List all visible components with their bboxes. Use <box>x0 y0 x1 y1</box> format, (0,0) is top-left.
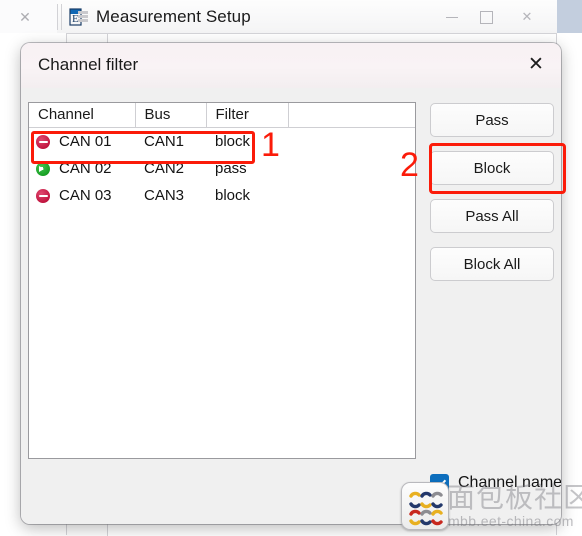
channel-filter-dialog: Channel filter ✕ Channel Bus Filter CAN … <box>21 43 561 524</box>
minimize-button[interactable] <box>437 7 467 27</box>
block-button[interactable]: Block <box>430 151 554 185</box>
cell-channel-text: CAN 03 <box>59 187 112 204</box>
svg-text:E: E <box>72 13 79 25</box>
channel-name-checkbox-label: Channel name <box>458 474 561 491</box>
titlebar-divider-1 <box>57 4 58 30</box>
table-row[interactable]: CAN 02 CAN2 pass <box>29 155 415 182</box>
pass-button[interactable]: Pass <box>430 103 554 137</box>
dialog-body: Channel Bus Filter CAN 01 CAN1 block CAN… <box>21 88 561 524</box>
close-icon[interactable]: ✕ <box>17 9 33 25</box>
cell-channel: CAN 02 <box>29 155 135 182</box>
close-icon: ✕ <box>528 54 544 75</box>
cell-spacer <box>288 155 415 182</box>
cell-channel-text: CAN 01 <box>59 133 112 150</box>
column-header-spacer <box>288 103 415 128</box>
cell-channel: CAN 03 <box>29 182 135 209</box>
column-header-channel[interactable]: Channel <box>29 103 136 128</box>
column-header-filter[interactable]: Filter <box>206 103 289 128</box>
table-row[interactable]: CAN 01 CAN1 block <box>29 127 415 155</box>
block-icon <box>36 134 50 149</box>
pass-icon <box>36 161 50 176</box>
block-all-button[interactable]: Block All <box>430 247 554 281</box>
cell-filter: block <box>206 182 288 209</box>
cell-filter: block <box>206 127 288 155</box>
close-button[interactable]: ✕ <box>512 7 542 27</box>
cell-bus: CAN2 <box>135 155 206 182</box>
channel-list-panel[interactable]: Channel Bus Filter CAN 01 CAN1 block CAN… <box>28 102 416 459</box>
window-title: Measurement Setup <box>96 7 251 26</box>
dialog-title: Channel filter <box>38 55 139 74</box>
close-icon: ✕ <box>521 9 533 24</box>
background-window-titlebar: ✕ E Measurement Setup ✕ <box>0 0 582 33</box>
table-header-row: Channel Bus Filter <box>29 103 415 128</box>
cell-filter: pass <box>206 155 288 182</box>
channel-name-checkbox[interactable]: Channel name <box>430 472 561 494</box>
column-header-bus[interactable]: Bus <box>135 103 207 128</box>
cell-spacer <box>288 127 415 155</box>
titlebar-divider-2 <box>61 4 62 30</box>
document-settings-icon: E <box>69 8 88 26</box>
maximize-button[interactable] <box>471 7 501 27</box>
dialog-close-button[interactable]: ✕ <box>521 51 551 79</box>
cell-bus: CAN1 <box>135 127 206 155</box>
block-icon <box>36 188 50 203</box>
pass-all-button[interactable]: Pass All <box>430 199 554 233</box>
cell-channel: CAN 01 <box>29 127 135 155</box>
cell-channel-text: CAN 02 <box>59 160 112 177</box>
cell-bus: CAN3 <box>135 182 206 209</box>
cell-spacer <box>288 182 415 209</box>
dialog-titlebar: Channel filter ✕ <box>21 43 561 88</box>
background-tab[interactable]: ✕ <box>0 0 57 33</box>
maximize-icon <box>479 11 493 25</box>
minimize-icon <box>446 17 458 19</box>
titlebar-right-strip <box>557 0 582 33</box>
table-row[interactable]: CAN 03 CAN3 block <box>29 182 415 209</box>
channel-table: Channel Bus Filter CAN 01 CAN1 block CAN… <box>29 103 415 209</box>
checkbox-checked-icon[interactable] <box>430 473 449 493</box>
